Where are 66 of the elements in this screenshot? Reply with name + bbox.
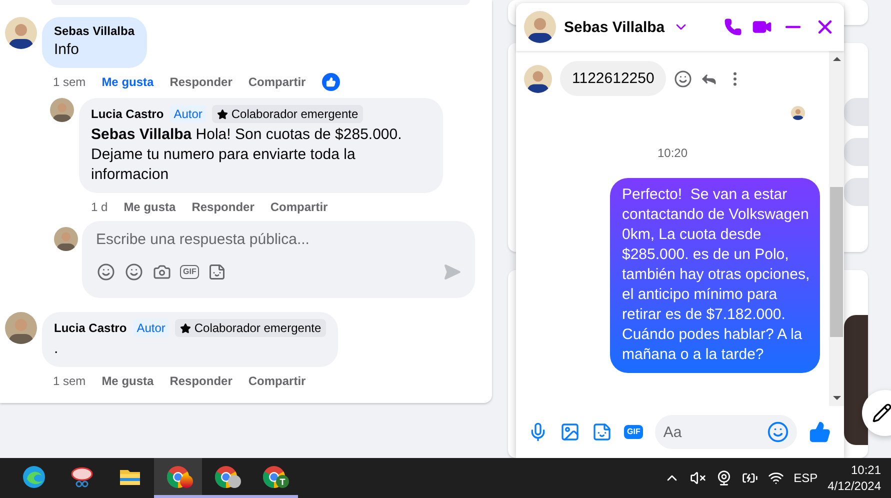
like-link[interactable]: Me gusta: [102, 374, 154, 388]
emoji-icon[interactable]: [124, 262, 144, 282]
avatar-emoji-icon[interactable]: [96, 262, 116, 282]
placeholder-block: [844, 138, 868, 166]
reply-link[interactable]: Responder: [170, 75, 232, 89]
reply-field[interactable]: Escribe una respuesta pública...: [96, 231, 461, 248]
scrollbar[interactable]: [829, 51, 844, 406]
avatar: [791, 106, 805, 120]
author-badge: Autor: [170, 105, 206, 123]
contributor-badge: Colaborador emergente: [212, 105, 364, 123]
avatar: [524, 11, 556, 43]
clock-time[interactable]: 10:21: [850, 462, 881, 478]
chat-title[interactable]: Sebas Villalba: [564, 18, 665, 36]
share-link[interactable]: Compartir: [248, 374, 306, 388]
avatar: [50, 98, 74, 122]
reply-composer[interactable]: Escribe una respuesta pública... GIF: [82, 221, 475, 298]
avatar: [524, 64, 552, 92]
avatar: [5, 17, 37, 49]
comment-author[interactable]: Lucia Castro: [91, 107, 164, 121]
share-link[interactable]: Compartir: [248, 75, 306, 89]
reply-link[interactable]: Responder: [192, 200, 254, 214]
message-time: 10:20: [656, 146, 689, 160]
wifi-icon[interactable]: [768, 470, 784, 486]
comment-text: Info: [54, 40, 80, 60]
phone-icon[interactable]: [724, 18, 742, 36]
gif-icon[interactable]: GIF: [180, 265, 200, 279]
sticker-icon[interactable]: [592, 422, 612, 442]
image-icon[interactable]: [560, 422, 580, 442]
placeholder-block: [844, 98, 868, 126]
author-badge: Autor: [132, 319, 170, 337]
comment-time: 1 d: [91, 200, 108, 214]
emoji-icon[interactable]: [674, 70, 692, 88]
mute-icon[interactable]: [690, 470, 706, 486]
profile-badge: [228, 475, 241, 488]
like-link[interactable]: Me gusta: [102, 75, 154, 89]
clock-date[interactable]: 4/12/2024: [828, 478, 881, 494]
comment-time: 1 sem: [53, 374, 86, 388]
like-link[interactable]: Me gusta: [124, 200, 176, 214]
placeholder-block: [844, 178, 868, 206]
share-link[interactable]: Compartir: [270, 200, 328, 214]
message-composer[interactable]: Aa: [655, 415, 798, 449]
comment-text: .: [54, 339, 60, 359]
message-field[interactable]: Aa: [663, 424, 768, 440]
taskbar-app[interactable]: [154, 458, 202, 498]
pencil-icon: [872, 403, 891, 423]
profile-badge: [180, 475, 193, 488]
comment-author[interactable]: Sebas Villalba: [54, 24, 134, 38]
avatar: [54, 227, 78, 251]
comment-author[interactable]: Lucia Castro: [54, 321, 127, 335]
contributor-badge: Colaborador emergente: [175, 319, 326, 337]
language-indicator[interactable]: ESP: [794, 471, 818, 485]
scissors-icon: [70, 464, 94, 488]
reply-link[interactable]: Responder: [170, 374, 232, 388]
avatar: [5, 312, 37, 344]
comment-time: 1 sem: [53, 75, 86, 89]
gif-icon[interactable]: GIF: [624, 425, 644, 439]
webcam-icon[interactable]: [716, 470, 732, 486]
comment-text: Sebas Villalba Hola! Son cuotas de $285.000. Dejame tu numero para enviarte toda la informacion: [91, 125, 403, 185]
like-icon[interactable]: [809, 421, 832, 443]
sticker-icon[interactable]: [207, 262, 228, 282]
taskbar-app[interactable]: T: [250, 458, 298, 498]
message-bubble: Perfecto! Se van a estar contactando de Volkswagen 0km, La cuota desde $285.000. es de un Polo, también hay otras opciones, el anticipo mínimo para retirar es de $7.182.000. Cuándo podes hablar? A la mañana o a la tarde?: [610, 178, 820, 373]
browser-icon: [22, 464, 46, 488]
profile-badge: T: [276, 475, 289, 488]
message-bubble: 1122612250: [560, 61, 666, 96]
emoji-icon[interactable]: [767, 421, 790, 443]
